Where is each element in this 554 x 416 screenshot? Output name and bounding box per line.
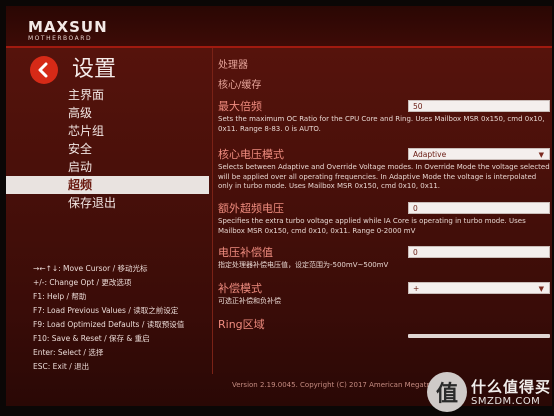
watermark-glyph: 值 <box>435 382 458 407</box>
menu-item-main[interactable]: 主界面 <box>6 86 209 104</box>
menu-item-boot[interactable]: 启动 <box>6 158 209 176</box>
left-panel: 设置 主界面 高级 芯片组 安全 启动 超频 保存退出 →←↑↓: Move C… <box>6 48 209 406</box>
bios-screen: MAXSUN MOTHERBOARD 设置 主界面 高级 芯片组 安全 启动 超… <box>6 6 552 406</box>
chevron-down-icon: ▼ <box>538 151 544 159</box>
section-title: 处理器 <box>218 60 248 71</box>
extra-voltage-input[interactable]: 0 <box>408 202 550 214</box>
page-title: 设置 <box>72 57 117 82</box>
voltage-mode-value: Adaptive <box>413 150 447 159</box>
menu-item-advanced[interactable]: 高级 <box>6 104 209 122</box>
settings-panel: 处理器 核心/缓存 最大倍频 50 Sets the maximum OC Ra… <box>216 48 550 384</box>
key-hint: F9: Load Optimized Defaults / 读取预设值 <box>33 320 185 329</box>
setting-ring: Ring区域 <box>218 318 550 338</box>
key-hint: F10: Save & Reset / 保存 & 重启 <box>33 334 150 343</box>
setting-voltage-mode: 核心电压模式 Adaptive ▼ Selects between Adapti… <box>218 148 550 192</box>
main-menu: 主界面 高级 芯片组 安全 启动 超频 保存退出 <box>6 86 209 212</box>
menu-item-security[interactable]: 安全 <box>6 140 209 158</box>
chevron-down-icon: ▼ <box>538 285 544 293</box>
menu-item-save-exit[interactable]: 保存退出 <box>6 194 209 212</box>
key-hint: ESC: Exit / 退出 <box>33 362 90 371</box>
key-hint: →←↑↓: Move Cursor / 移动光标 <box>33 264 148 273</box>
key-hint: F1: Help / 帮助 <box>33 292 87 301</box>
panel-divider <box>212 48 213 374</box>
header-bar: MAXSUN MOTHERBOARD <box>6 6 552 48</box>
menu-item-chipset[interactable]: 芯片组 <box>6 122 209 140</box>
setting-max-ratio: 最大倍频 50 Sets the maximum OC Ratio for th… <box>218 100 550 134</box>
key-hint: +/-: Change Opt / 更改选项 <box>33 278 132 287</box>
section-subtitle: 核心/缓存 <box>218 80 262 91</box>
brand-sub: MOTHERBOARD <box>28 35 93 42</box>
ring-field[interactable] <box>408 334 550 338</box>
menu-item-overclock[interactable]: 超频 <box>6 176 209 194</box>
key-hint: F7: Load Previous Values / 读取之前设定 <box>33 306 179 315</box>
key-hint: Enter: Select / 选择 <box>33 348 104 357</box>
offset-mode-select[interactable]: + ▼ <box>408 282 550 294</box>
voltage-offset-input[interactable]: 0 <box>408 246 550 258</box>
voltage-mode-desc: Selects between Adaptive and Override Vo… <box>218 163 550 190</box>
voltage-offset-desc: 指定处理器补偿电压值，设定范围为-500mV~500mV <box>218 261 389 269</box>
back-arrow-icon <box>38 62 48 78</box>
extra-voltage-desc: Specifies the extra turbo voltage applie… <box>218 217 526 235</box>
max-ratio-desc: Sets the maximum OC Ratio for the CPU Co… <box>218 115 545 133</box>
max-ratio-input[interactable]: 50 <box>408 100 550 112</box>
offset-mode-value: + <box>413 284 420 293</box>
setting-offset-mode: 补偿模式 + ▼ 可选正补偿和负补偿 <box>218 282 550 307</box>
back-button[interactable] <box>30 56 58 84</box>
setting-extra-voltage: 额外超频电压 0 Specifies the extra turbo volta… <box>218 202 550 236</box>
watermark-url: SMZDM.COM <box>471 396 541 407</box>
watermark-logo: 值 <box>427 372 467 412</box>
brand-name: MAXSUN <box>28 18 108 36</box>
watermark-text: 什么值得买 <box>471 378 552 396</box>
brand-logo: MAXSUN MOTHERBOARD <box>28 18 108 43</box>
setting-voltage-offset: 电压补偿值 0 指定处理器补偿电压值，设定范围为-500mV~500mV <box>218 246 550 271</box>
ring-label[interactable]: Ring区域 <box>218 318 550 332</box>
key-legend: →←↑↓: Move Cursor / 移动光标 +/-: Change Opt… <box>33 262 184 374</box>
voltage-mode-select[interactable]: Adaptive ▼ <box>408 148 550 160</box>
offset-mode-desc: 可选正补偿和负补偿 <box>218 297 281 305</box>
